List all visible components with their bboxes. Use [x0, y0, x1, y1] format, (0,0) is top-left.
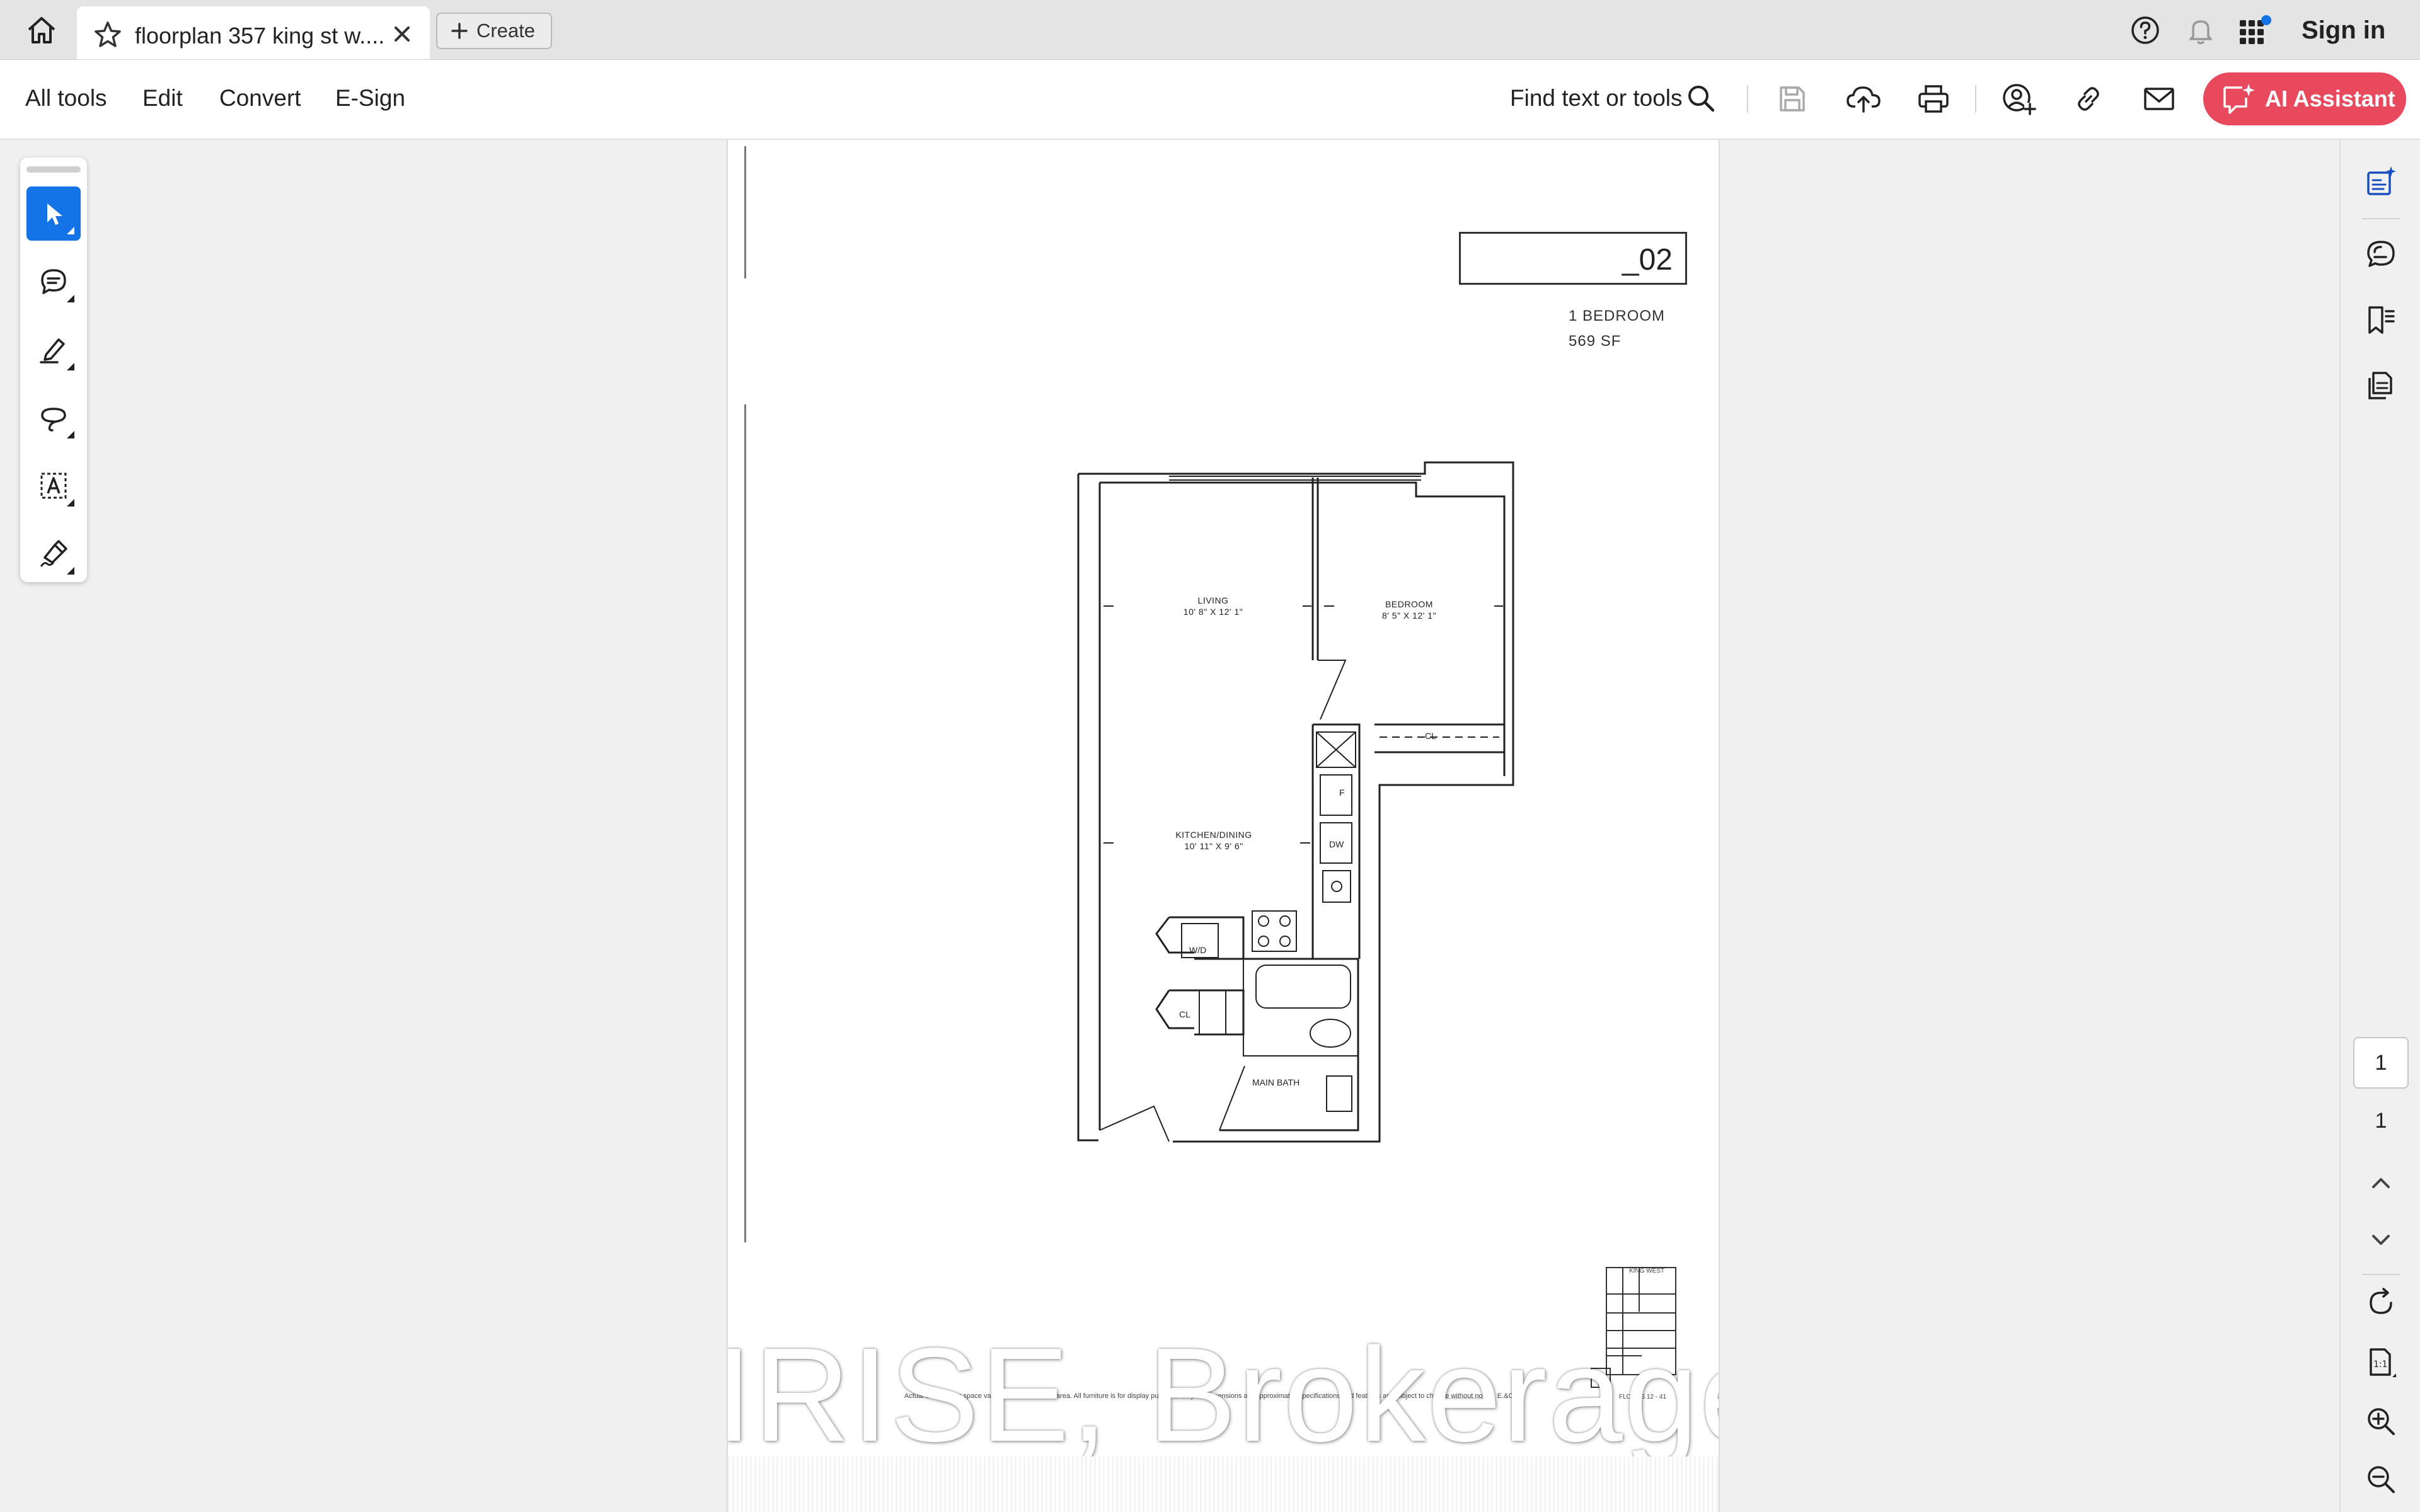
document-tab[interactable]: floorplan 357 king st w....: [77, 6, 430, 59]
brokerage-watermark: IRISE, Brokerage: [727, 1320, 1720, 1469]
help-icon[interactable]: [2129, 14, 2162, 47]
menu-e-sign[interactable]: E-Sign: [335, 85, 405, 112]
tab-bar: floorplan 357 king st w.... Create Sign …: [0, 0, 2420, 60]
current-page-input[interactable]: 1: [2353, 1037, 2409, 1089]
more-options-corner: [67, 567, 74, 575]
bookmark-icon: [2368, 306, 2395, 334]
text-box-tool[interactable]: [26, 459, 81, 513]
pages-panel-button[interactable]: [2365, 369, 2397, 402]
highlighter-pen-icon: [40, 338, 65, 364]
palette-drag-handle[interactable]: [26, 166, 81, 173]
washer-dryer-label: W/D: [1189, 945, 1207, 955]
menu-edit[interactable]: Edit: [142, 85, 183, 112]
home-icon: [28, 17, 55, 43]
more-options-corner: [67, 431, 74, 438]
create-button[interactable]: Create: [436, 13, 552, 49]
room-main-bath: MAIN BATH: [1252, 1077, 1300, 1087]
text-frame-icon: [40, 472, 67, 499]
rail-separator: [2362, 218, 2400, 219]
chevron-down-icon: [2372, 1235, 2390, 1245]
fit-page-button[interactable]: 1:1: [2365, 1346, 2397, 1378]
more-options-corner: [67, 499, 74, 507]
comments-panel-button[interactable]: [2365, 238, 2397, 271]
quick-tools-palette: [20, 158, 87, 582]
toolbar-separator: [1975, 85, 1976, 113]
room-living: LIVING 10' 8" X 12' 1": [1183, 595, 1243, 617]
comment-bubble-icon: [41, 269, 66, 294]
highlight-tool[interactable]: [26, 323, 81, 377]
edit-document-sparkle-icon: [2367, 166, 2396, 195]
sign-in-link[interactable]: Sign in: [2302, 16, 2385, 45]
closet-bedroom-label: CL: [1425, 731, 1436, 741]
comments-icon: [2367, 241, 2395, 267]
bookmarks-panel-button[interactable]: [2365, 304, 2397, 336]
room-kitchen-dining: KITCHEN/DINING 10' 11" X 9' 6": [1175, 830, 1252, 851]
fridge-label: F: [1339, 788, 1345, 798]
actual-size-page-icon: 1:1: [2370, 1348, 2396, 1377]
total-pages: 1: [2375, 1109, 2387, 1133]
plus-icon: [451, 23, 468, 39]
create-label: Create: [476, 20, 536, 42]
copy-pages-icon: [2368, 372, 2392, 399]
zoom-in-button[interactable]: [2365, 1405, 2397, 1438]
ai-assistant-button[interactable]: AI Assistant: [2203, 72, 2406, 125]
previous-page-button[interactable]: [2365, 1167, 2397, 1200]
floor-plan-drawing: [1077, 461, 1676, 1388]
comment-tool[interactable]: [26, 255, 81, 309]
keyplan-street-label: KING WEST: [1629, 1268, 1665, 1274]
edit-pdf-panel-button[interactable]: [2365, 165, 2397, 198]
notification-dot: [2261, 15, 2271, 25]
zoom-out-icon: [2368, 1466, 2395, 1493]
pen-nib-sign-icon: [40, 540, 67, 567]
scan-noise-strip: [728, 1457, 1719, 1512]
apps-grid-icon[interactable]: [2237, 14, 2273, 47]
rail-separator: [2362, 1274, 2400, 1275]
ai-assistant-label: AI Assistant: [2265, 86, 2395, 112]
close-tab-icon[interactable]: [388, 20, 416, 48]
search-icon[interactable]: [1684, 81, 1719, 117]
share-user-icon[interactable]: [2000, 81, 2037, 117]
find-text-or-tools[interactable]: Find text or tools: [1510, 85, 1683, 112]
toolbar-separator: [1747, 85, 1748, 113]
main-toolbar: All tools Edit Convert E-Sign Find text …: [0, 60, 2420, 140]
tab-title: floorplan 357 king st w....: [135, 23, 385, 49]
more-options-corner: [67, 295, 74, 302]
zoom-out-button[interactable]: [2365, 1463, 2397, 1496]
notifications-bell-icon[interactable]: [2184, 14, 2217, 47]
cursor-arrow-icon: [47, 203, 62, 225]
svg-text:1:1: 1:1: [2373, 1360, 2388, 1370]
ai-assistant-icon: [2223, 84, 2255, 114]
closet-hall-label: CL: [1179, 1009, 1190, 1019]
zoom-in-icon: [2368, 1408, 2395, 1435]
chevron-up-icon: [2372, 1178, 2390, 1188]
right-rail: 1 1 1:1: [2339, 140, 2420, 1512]
sign-tool[interactable]: [26, 527, 81, 581]
save-icon[interactable]: [1775, 81, 1810, 117]
draw-tool[interactable]: [26, 391, 81, 445]
menu-convert[interactable]: Convert: [219, 85, 301, 112]
pdf-page[interactable]: _02 1 BEDROOM 569 SF LIVING 10' 8" X 12'…: [727, 140, 1720, 1512]
freehand-lasso-icon: [41, 408, 66, 432]
upload-cloud-icon[interactable]: [1845, 81, 1882, 117]
home-button[interactable]: [21, 13, 62, 48]
star-icon[interactable]: [93, 20, 122, 49]
rotate-view-button[interactable]: [2365, 1286, 2397, 1319]
email-icon[interactable]: [2141, 81, 2177, 117]
menu-all-tools[interactable]: All tools: [25, 85, 107, 112]
more-options-corner: [67, 363, 74, 370]
link-icon[interactable]: [2071, 81, 2106, 117]
select-tool[interactable]: [26, 186, 81, 241]
dishwasher-label: DW: [1329, 839, 1344, 849]
more-options-corner: [67, 227, 74, 234]
rotate-icon: [2370, 1288, 2392, 1314]
next-page-button[interactable]: [2365, 1223, 2397, 1256]
room-bedroom: BEDROOM 8' 5" X 12' 1": [1381, 599, 1437, 621]
print-icon[interactable]: [1916, 81, 1951, 117]
